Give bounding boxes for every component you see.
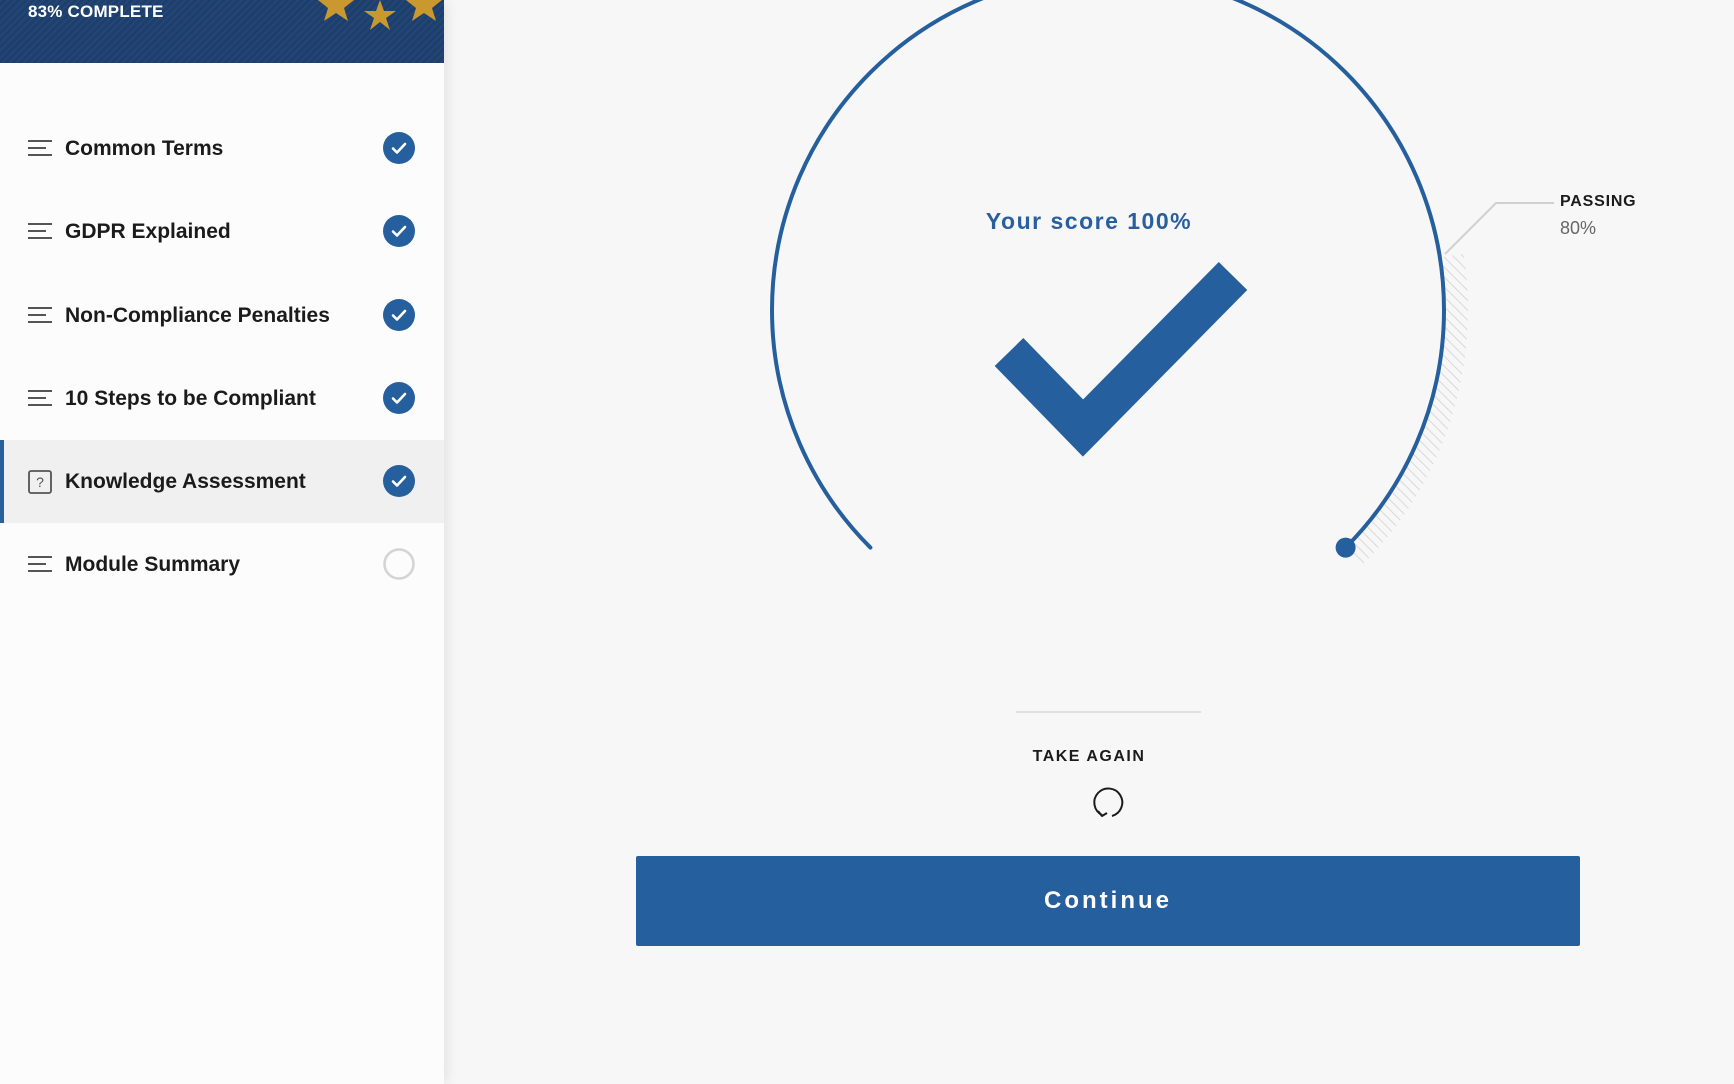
check-circle-icon — [383, 382, 415, 414]
sidebar-item-label: GDPR Explained — [65, 220, 231, 243]
sidebar-item-module-summary[interactable]: Module Summary — [0, 523, 444, 606]
continue-button[interactable]: Continue — [636, 856, 1580, 946]
check-circle-icon — [383, 465, 415, 497]
check-circle-icon — [383, 299, 415, 331]
sidebar-item-label: Module Summary — [65, 553, 241, 576]
passing-label: PASSING — [1560, 193, 1637, 210]
passing-zone-hatch — [1347, 253, 1468, 565]
check-circle-icon — [383, 132, 415, 164]
star-icon — [318, 0, 354, 21]
sidebar-item-label: Non-Compliance Penalties — [65, 304, 330, 327]
lines-icon — [28, 556, 52, 572]
question-icon: ? — [28, 470, 52, 494]
svg-text:?: ? — [36, 474, 44, 490]
lines-icon — [28, 140, 52, 156]
star-icon — [406, 0, 442, 21]
lines-icon — [28, 307, 52, 323]
check-circle-icon — [383, 215, 415, 247]
assessment-result-panel: Your score 100% PASSING 80% TAKE AGAIN C… — [444, 0, 1734, 1084]
take-again-button[interactable]: TAKE AGAIN — [1033, 748, 1146, 765]
sidebar-item-non-compliance-penalties[interactable]: Non-Compliance Penalties — [0, 274, 444, 357]
sidebar-item-knowledge-assessment[interactable]: ? Knowledge Assessment — [0, 440, 444, 523]
lines-icon — [28, 390, 52, 406]
passing-value: 80% — [1560, 218, 1597, 238]
sidebar-item-label: Common Terms — [65, 137, 224, 160]
retry-icon[interactable] — [1090, 785, 1126, 821]
take-again-row: TAKE AGAIN — [444, 748, 1734, 766]
sidebar: 83% COMPLETE Common Terms GDPR Explained — [0, 0, 444, 1084]
score-arc — [770, 0, 1446, 550]
score-gauge — [770, 0, 1554, 565]
star-icon — [364, 0, 396, 30]
sidebar-item-gdpr-explained[interactable]: GDPR Explained — [0, 190, 444, 273]
sidebar-item-common-terms[interactable]: Common Terms — [0, 107, 444, 190]
check-mark-icon — [994, 261, 1248, 457]
lines-icon — [28, 223, 52, 239]
score-text: Your score 100% — [985, 208, 1193, 234]
progress-label: 83% COMPLETE — [28, 2, 164, 21]
course-header: 83% COMPLETE — [0, 0, 444, 63]
score-indicator-dot — [1335, 537, 1356, 558]
sidebar-item-label: 10 Steps to be Compliant — [65, 387, 316, 410]
empty-circle-icon — [383, 548, 415, 580]
divider — [1016, 711, 1201, 713]
sidebar-item-10-steps[interactable]: 10 Steps to be Compliant — [0, 357, 444, 440]
sidebar-item-label: Knowledge Assessment — [65, 470, 306, 493]
